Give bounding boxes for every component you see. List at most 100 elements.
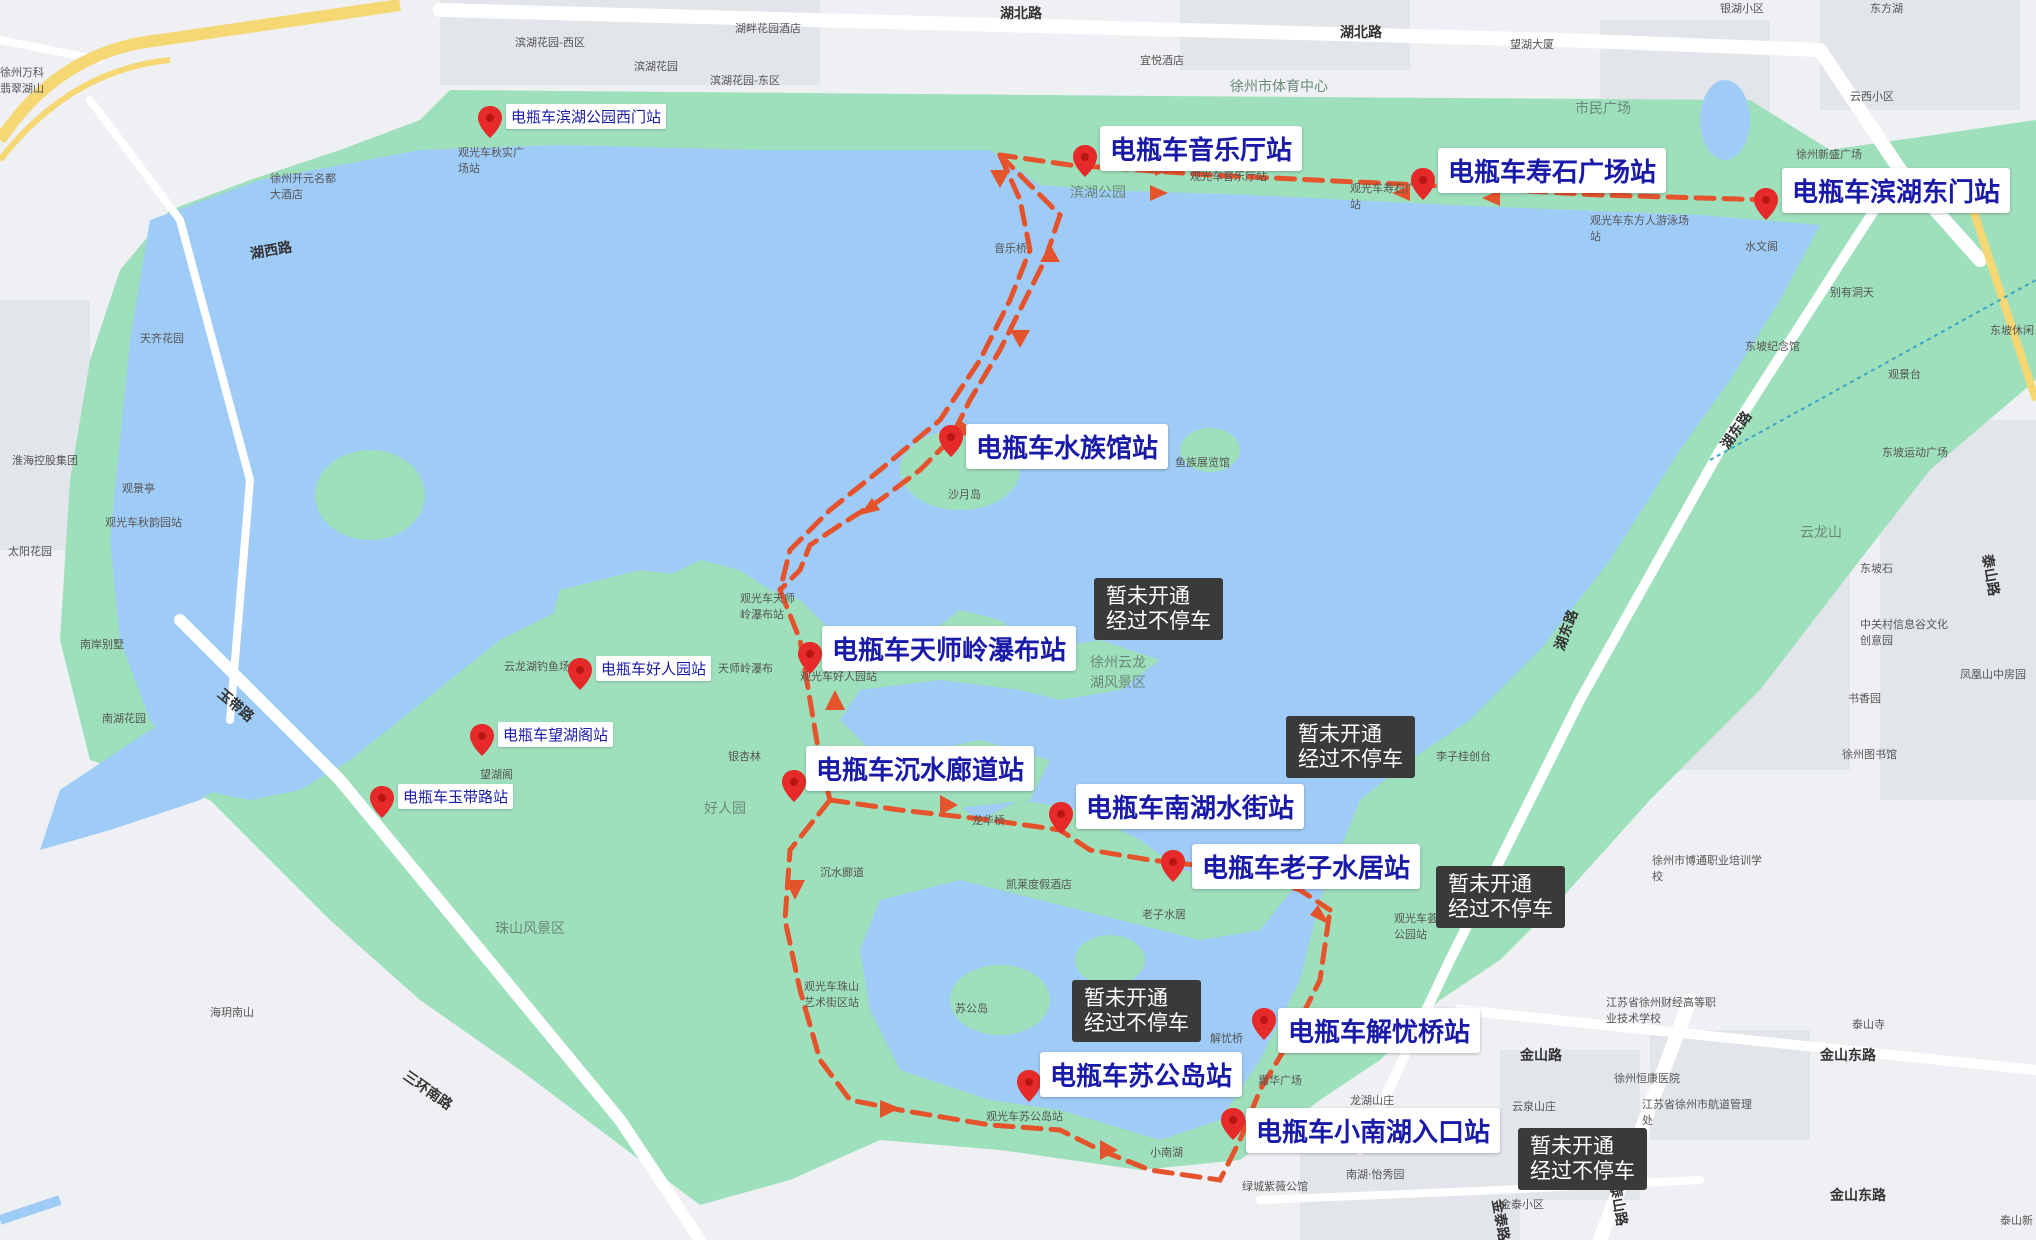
poi-label: 老子水居 [1142, 908, 1186, 921]
station-pin-icon[interactable] [1049, 802, 1073, 834]
poi-label: 别有洞天 [1830, 286, 1874, 299]
note-line: 经过不停车 [1530, 1159, 1635, 1183]
poi-label: 凤凰山中房园 [1960, 668, 2026, 681]
station-label-jieyou-bridge[interactable]: 电瓶车解忧桥站 [1278, 1008, 1481, 1053]
station-label-wanghu-pavilion[interactable]: 电瓶车望湖阁站 [498, 722, 614, 747]
station-label-binhu-west-gate[interactable]: 电瓶车滨湖公园西门站 [506, 104, 667, 129]
not-open-note: 暂未开通 经过不停车 [1072, 980, 1201, 1042]
station-pin-icon[interactable] [798, 642, 822, 674]
poi-label: 观光车东方人游泳场站 [1590, 214, 1689, 243]
poi-label: 观光车天师岭瀑布站 [740, 592, 795, 621]
poi-label: 云龙湖钓鱼场 [504, 660, 570, 673]
poi-label: 望湖阁 [480, 768, 513, 781]
area-label: 徐州市体育中心 [1230, 79, 1328, 95]
poi-label: 徐州恒康医院 [1614, 1072, 1680, 1085]
poi-label: 江苏省徐州市航道管理处 [1642, 1098, 1752, 1127]
poi-label: 水文阁 [1745, 240, 1778, 253]
poi-label: 鱼族展览馆 [1175, 456, 1230, 469]
station-label-xiaonanhu-entrance[interactable]: 电瓶车小南湖入口站 [1246, 1108, 1501, 1153]
station-label-yudai-road[interactable]: 电瓶车玉带路站 [398, 784, 514, 809]
station-pin-icon[interactable] [1017, 1070, 1041, 1102]
poi-label: 东坡运动广场 [1882, 446, 1948, 459]
station-pin-icon[interactable] [1252, 1008, 1276, 1040]
poi-label: 东坡休闲 [1990, 324, 2034, 337]
poi-label: 天齐花园 [140, 332, 184, 345]
poi-label: 湖畔花园酒店 [735, 22, 801, 35]
poi-label: 龙华桥 [972, 814, 1005, 827]
note-line: 经过不停车 [1084, 1011, 1189, 1035]
area-label: 滨湖公园 [1070, 185, 1126, 201]
poi-label: 望湖大厦 [1510, 38, 1554, 51]
poi-label: 云西小区 [1850, 90, 1894, 103]
poi-label: 徐州新盛广场 [1796, 148, 1862, 161]
station-label-aquarium[interactable]: 电瓶车水族馆站 [966, 424, 1169, 469]
note-line: 暂未开通 [1530, 1134, 1614, 1158]
note-line: 经过不停车 [1448, 897, 1553, 921]
poi-label: 滨湖花园-东区 [710, 74, 780, 87]
station-pin-icon[interactable] [478, 106, 502, 138]
poi-label: 沙月岛 [948, 488, 981, 501]
poi-label: 中关村信息谷文化创意园 [1860, 618, 1948, 647]
street-label: 金山路 [1520, 1048, 1562, 1064]
poi-label: 泰山寺 [1852, 1018, 1885, 1031]
poi-label: 解忧桥 [1210, 1032, 1243, 1045]
poi-label: 宜悦酒店 [1140, 54, 1184, 67]
map-canvas[interactable]: 湖北路 湖北路 湖西路 玉带路 三环南路 湖东路 湖东路 泰山路 泰山路 金山东… [0, 0, 2036, 1240]
poi-label: 音乐桥 [994, 242, 1027, 255]
poi-label: 金泰小区 [1500, 1198, 1544, 1211]
station-label-sugong-island[interactable]: 电瓶车苏公岛站 [1040, 1052, 1243, 1097]
station-pin-icon[interactable] [1411, 168, 1435, 200]
poi-label: 东方湖 [1870, 2, 1903, 15]
not-open-note: 暂未开通 经过不停车 [1094, 578, 1223, 640]
station-label-music-hall[interactable]: 电瓶车音乐厅站 [1100, 126, 1303, 171]
station-label-tianshiling-waterfall[interactable]: 电瓶车天师岭瀑布站 [822, 626, 1077, 671]
station-pin-icon[interactable] [1161, 850, 1185, 882]
note-line: 经过不停车 [1106, 609, 1211, 633]
station-label-nanhu-water-street[interactable]: 电瓶车南湖水街站 [1076, 784, 1305, 829]
station-label-binhu-east-gate[interactable]: 电瓶车滨湖东门站 [1782, 168, 2011, 213]
street-label: 湖北路 [1000, 6, 1042, 22]
not-open-note: 暂未开通 经过不停车 [1436, 866, 1565, 928]
area-label: 市民广场 [1575, 101, 1631, 117]
poi-label: 观光车珠山艺术街区站 [804, 980, 859, 1009]
poi-label: 龙湖山庄 [1350, 1094, 1394, 1107]
station-label-laozi-water-residence[interactable]: 电瓶车老子水居站 [1192, 844, 1421, 889]
poi-label: 海玥南山 [210, 1006, 254, 1019]
station-label-sunken-corridor[interactable]: 电瓶车沉水廊道站 [806, 746, 1035, 791]
station-pin-icon[interactable] [370, 786, 394, 818]
note-line: 暂未开通 [1084, 986, 1168, 1010]
poi-label: 江苏省徐州财经高等职业技术学校 [1606, 996, 1716, 1025]
poi-label: 云泉山庄 [1512, 1100, 1556, 1113]
poi-label: 泰山新 [2000, 1214, 2033, 1227]
area-label: 珠山风景区 [495, 921, 565, 937]
poi-label: 银湖小区 [1720, 2, 1764, 15]
poi-label: 南湖花园 [102, 712, 146, 725]
poi-label: 滨湖花园 [634, 60, 678, 73]
poi-label: 东坡石 [1860, 562, 1893, 575]
station-label-shoushi-square[interactable]: 电瓶车寿石广场站 [1438, 148, 1667, 193]
station-label-haoren-park[interactable]: 电瓶车好人园站 [596, 656, 712, 681]
not-open-note: 暂未开通 经过不停车 [1286, 716, 1415, 778]
poi-label: 观景亭 [122, 482, 155, 495]
poi-label: 观景台 [1888, 368, 1921, 381]
area-label: 徐州云龙湖风景区 [1090, 655, 1146, 691]
poi-label: 天师岭瀑布 [718, 662, 773, 675]
station-pin-icon[interactable] [568, 658, 592, 690]
note-line: 经过不停车 [1298, 747, 1403, 771]
poi-label: 徐州图书馆 [1842, 748, 1897, 761]
station-pin-icon[interactable] [1221, 1108, 1245, 1140]
street-label: 金山东路 [1820, 1048, 1876, 1064]
station-pin-icon[interactable] [1754, 188, 1778, 220]
station-pin-icon[interactable] [782, 770, 806, 802]
poi-label: 小南湖 [1150, 1146, 1183, 1159]
poi-label: 观光车苏公岛站 [986, 1110, 1063, 1123]
station-pin-icon[interactable] [470, 724, 494, 756]
station-pin-icon[interactable] [1073, 145, 1097, 177]
station-pin-icon[interactable] [939, 425, 963, 457]
poi-label: 南湖·怡秀园 [1346, 1168, 1405, 1181]
note-line: 暂未开通 [1298, 722, 1382, 746]
area-label: 云龙山 [1800, 525, 1842, 541]
poi-label: 滨湖花园-西区 [515, 36, 585, 49]
poi-label: 苏公岛 [955, 1002, 988, 1015]
street-label: 湖北路 [1340, 25, 1382, 41]
